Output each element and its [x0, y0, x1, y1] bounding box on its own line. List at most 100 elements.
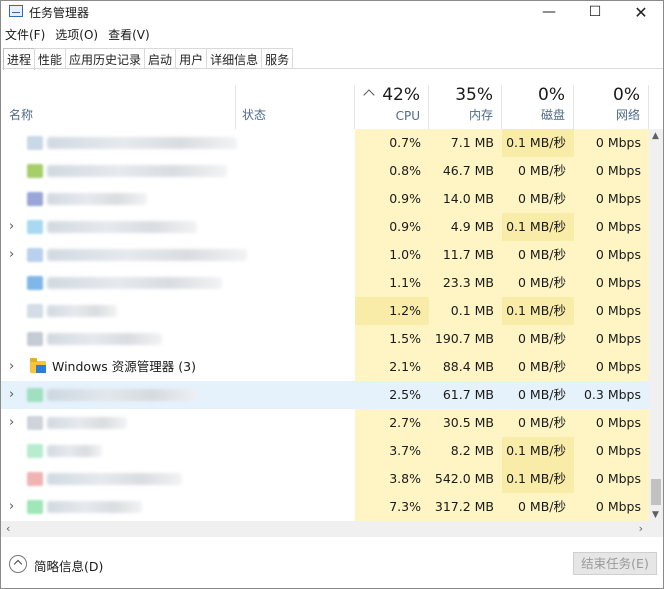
menu-file[interactable]: 文件(F): [1, 25, 51, 45]
end-task-button[interactable]: 结束任务(E): [573, 552, 657, 575]
app-icon: [27, 192, 43, 206]
disk-value: 0 MB/秒: [502, 269, 574, 297]
column-header-status[interactable]: 状态: [236, 85, 355, 129]
disk-value: 0.1 MB/秒: [502, 213, 574, 241]
redacted-process-name: [47, 333, 162, 345]
network-value: 0 Mbps: [574, 353, 649, 381]
memory-value: 46.7 MB: [429, 157, 502, 185]
column-header: 名称 状态 42% CPU 35% 内存 0% 磁盘 0% 网络: [1, 85, 649, 129]
cpu-value: 2.5%: [355, 381, 429, 409]
disk-value: 0 MB/秒: [502, 493, 574, 521]
expand-chevron-icon[interactable]: ›: [9, 213, 14, 241]
memory-value: 317.2 MB: [429, 493, 502, 521]
redacted-process-name: [47, 249, 247, 261]
memory-value: 4.9 MB: [429, 213, 502, 241]
expand-chevron-icon[interactable]: ›: [9, 241, 14, 269]
menu-view[interactable]: 查看(V): [104, 25, 156, 45]
redacted-process-name: [47, 277, 222, 289]
cpu-value: 0.9%: [355, 185, 429, 213]
column-header-name[interactable]: 名称: [1, 85, 236, 129]
tab-startup[interactable]: 启动: [144, 48, 177, 69]
close-button[interactable]: ✕: [618, 1, 664, 23]
network-value: 0 Mbps: [574, 409, 649, 437]
process-row[interactable]: › 2.5% 61.7 MB 0 MB/秒 0.3 Mbps: [1, 381, 649, 409]
process-row[interactable]: 0.8% 46.7 MB 0 MB/秒 0 Mbps: [1, 157, 649, 185]
network-value: 0 Mbps: [574, 185, 649, 213]
redacted-process-name: [47, 221, 197, 233]
horizontal-scrollbar[interactable]: ‹ ›: [1, 521, 649, 537]
cpu-value: 0.9%: [355, 213, 429, 241]
cpu-value: 1.0%: [355, 241, 429, 269]
column-status-label: 状态: [242, 108, 267, 122]
column-header-cpu[interactable]: 42% CPU: [355, 85, 429, 129]
app-icon: [27, 472, 43, 486]
tab-performance[interactable]: 性能: [34, 48, 67, 69]
file-explorer-icon: [30, 358, 46, 373]
cpu-total-percent: 42%: [382, 85, 420, 105]
expand-chevron-icon[interactable]: ›: [9, 353, 14, 381]
scroll-up-icon[interactable]: ▲: [652, 131, 659, 141]
app-icon: [27, 416, 43, 430]
process-row[interactable]: 1.2% 0.1 MB 0.1 MB/秒 0 Mbps: [1, 297, 649, 325]
disk-value: 0 MB/秒: [502, 353, 574, 381]
process-row[interactable]: 3.7% 8.2 MB 0.1 MB/秒 0 Mbps: [1, 437, 649, 465]
memory-value: 11.7 MB: [429, 241, 502, 269]
process-row[interactable]: › 7.3% 317.2 MB 0 MB/秒 0 Mbps: [1, 493, 649, 521]
scroll-down-icon[interactable]: ▼: [652, 510, 659, 520]
process-row[interactable]: 0.7% 7.1 MB 0.1 MB/秒 0 Mbps: [1, 129, 649, 157]
scrollbar-corner: [649, 521, 663, 537]
process-row[interactable]: › 2.7% 30.5 MB 0 MB/秒 0 Mbps: [1, 409, 649, 437]
app-icon: [27, 500, 43, 514]
fewer-details-link[interactable]: 简略信息(D): [34, 556, 103, 575]
expand-chevron-icon[interactable]: ›: [9, 493, 14, 521]
expand-chevron-icon[interactable]: ›: [9, 409, 14, 437]
network-value: 0 Mbps: [574, 465, 649, 493]
process-row[interactable]: › Windows 资源管理器 (3) 2.1% 88.4 MB 0 MB/秒 0 Mbp…: [1, 353, 649, 381]
redacted-process-name: [47, 445, 102, 457]
process-row[interactable]: 1.5% 190.7 MB 0 MB/秒 0 Mbps: [1, 325, 649, 353]
process-row[interactable]: 3.8% 542.0 MB 0.1 MB/秒 0 Mbps: [1, 465, 649, 493]
title-bar[interactable]: 任务管理器 — ☐ ✕: [1, 1, 663, 23]
memory-value: 88.4 MB: [429, 353, 502, 381]
app-icon: [27, 136, 43, 150]
app-icon: [27, 444, 43, 458]
column-header-disk[interactable]: 0% 磁盘: [502, 85, 574, 129]
tab-details[interactable]: 详细信息: [206, 48, 263, 69]
process-row[interactable]: 1.1% 23.3 MB 0 MB/秒 0 Mbps: [1, 269, 649, 297]
tab-services[interactable]: 服务: [261, 48, 294, 69]
disk-value: 0.1 MB/秒: [502, 129, 574, 157]
network-value: 0.3 Mbps: [574, 381, 649, 409]
cpu-value: 2.7%: [355, 409, 429, 437]
expand-chevron-icon[interactable]: ›: [9, 381, 14, 409]
scroll-left-icon[interactable]: ‹: [6, 522, 10, 535]
disk-value: 0 MB/秒: [502, 381, 574, 409]
column-header-network[interactable]: 0% 网络: [574, 85, 649, 129]
maximize-button[interactable]: ☐: [572, 1, 618, 23]
chevron-up-icon[interactable]: [9, 555, 27, 573]
vertical-scroll-thumb[interactable]: [651, 479, 661, 505]
tab-processes[interactable]: 进程: [3, 48, 36, 70]
column-header-memory[interactable]: 35% 内存: [429, 85, 502, 129]
process-name: Windows 资源管理器 (3): [52, 359, 196, 374]
disk-value: 0.1 MB/秒: [502, 465, 574, 493]
redacted-process-name: [47, 165, 227, 177]
vertical-scrollbar[interactable]: ▲ ▼: [649, 129, 663, 521]
minimize-button[interactable]: —: [526, 1, 572, 23]
process-row[interactable]: 0.9% 14.0 MB 0 MB/秒 0 Mbps: [1, 185, 649, 213]
tab-app-history[interactable]: 应用历史记录: [65, 48, 146, 69]
network-value: 0 Mbps: [574, 437, 649, 465]
disk-total-percent: 0%: [538, 85, 565, 105]
cpu-value: 2.1%: [355, 353, 429, 381]
menu-options[interactable]: 选项(O): [51, 25, 104, 45]
network-value: 0 Mbps: [574, 297, 649, 325]
app-icon: [27, 220, 43, 234]
tab-users[interactable]: 用户: [175, 48, 208, 69]
footer: 简略信息(D) 结束任务(E): [1, 541, 663, 588]
redacted-process-name: [47, 473, 182, 485]
scroll-right-icon[interactable]: ›: [639, 522, 643, 535]
process-row[interactable]: › 0.9% 4.9 MB 0.1 MB/秒 0 Mbps: [1, 213, 649, 241]
cpu-value: 1.1%: [355, 269, 429, 297]
cpu-value: 7.3%: [355, 493, 429, 521]
tabs-divider: [2, 68, 663, 69]
process-row[interactable]: › 1.0% 11.7 MB 0 MB/秒 0 Mbps: [1, 241, 649, 269]
